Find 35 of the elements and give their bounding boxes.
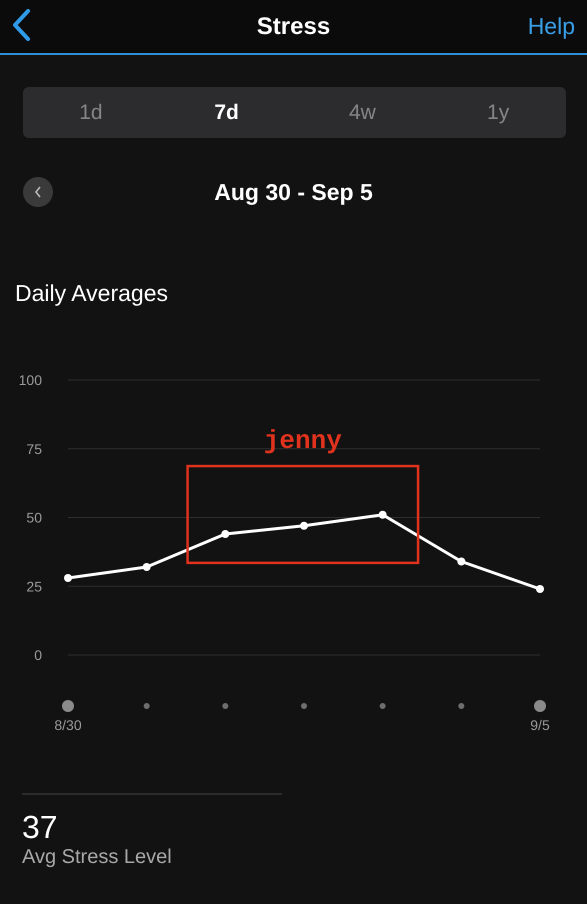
avg-stress-label: Avg Stress Level [22, 845, 173, 869]
y-axis-label: 100 [18, 372, 42, 388]
data-point [300, 522, 308, 530]
y-axis-label: 75 [26, 440, 42, 457]
data-point [457, 558, 466, 566]
data-point [142, 563, 151, 571]
day-marker [301, 703, 307, 709]
y-axis-label: 0 [34, 647, 42, 663]
day-marker [534, 700, 546, 712]
day-marker [380, 703, 386, 709]
chevron-left-icon [34, 186, 42, 198]
data-point [536, 585, 544, 593]
day-marker [222, 703, 228, 709]
data-point [378, 510, 387, 519]
x-axis-label: 9/5 [530, 717, 550, 733]
previous-week-button[interactable] [23, 177, 53, 207]
range-tab[interactable]: 1d [23, 87, 159, 138]
section-title: Daily Averages [15, 280, 168, 306]
day-marker [62, 700, 74, 712]
day-marker [144, 703, 150, 709]
range-tab[interactable]: 7d [158, 87, 294, 138]
back-icon [10, 8, 32, 42]
avg-stress-value: 37 [22, 809, 59, 845]
x-axis-label: 8/30 [54, 717, 82, 733]
range-tab[interactable]: 1y [430, 87, 566, 138]
help-link[interactable]: Help [528, 13, 575, 40]
y-axis-label: 50 [26, 510, 42, 526]
y-axis-label: 25 [26, 578, 42, 594]
data-point [64, 574, 72, 582]
date-range: Aug 30 - Sep 5 [214, 178, 373, 204]
data-point [221, 530, 230, 538]
day-marker [458, 703, 464, 709]
range-tab[interactable]: 4w [294, 87, 430, 138]
annotation-label: jenny [264, 426, 342, 456]
page-title: Stress [256, 12, 330, 40]
